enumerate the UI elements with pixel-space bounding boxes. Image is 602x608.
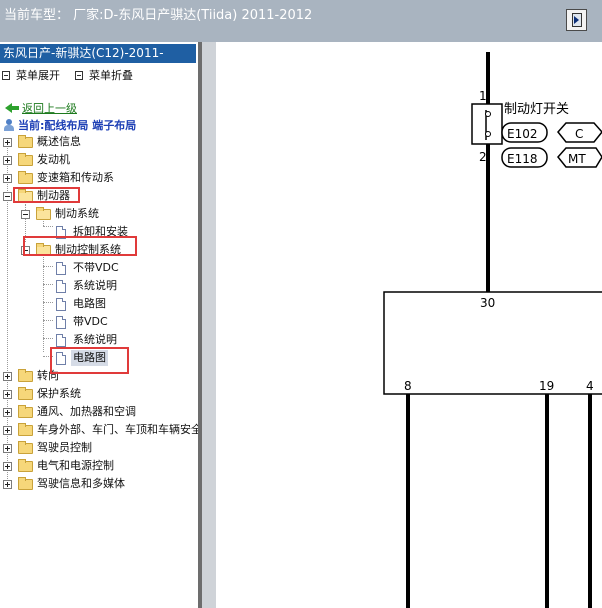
document-icon (56, 316, 66, 329)
expand-all-icon (2, 71, 10, 80)
document-icon (56, 262, 66, 275)
switch-name-label: 制动灯开关 (504, 102, 569, 117)
tree-item-label: 驾驶信息和多媒体 (37, 477, 125, 490)
folder-open-icon (36, 207, 51, 220)
tree-connector (43, 338, 53, 339)
folder-icon (18, 405, 33, 418)
expand-plus-icon[interactable] (3, 174, 12, 183)
tree-item-label: 概述信息 (37, 135, 81, 148)
highlight-box-brake-control (23, 236, 137, 256)
switch-pin-bottom: 2 (479, 150, 487, 164)
document-icon (56, 280, 66, 293)
tree-item-label: 系统说明 (73, 279, 117, 292)
tree-item-label: 驾驶员控制 (37, 441, 92, 454)
tree-item-label: 发动机 (37, 153, 70, 166)
brake-switch-body[interactable] (471, 103, 503, 145)
menu-collapse-button[interactable]: 菜单折叠 (75, 67, 133, 83)
tree-item-label: 变速箱和传动系 (37, 171, 114, 184)
tree-connector (43, 284, 53, 285)
tree-item-label: 系统说明 (73, 333, 117, 346)
expand-plus-icon[interactable] (3, 372, 12, 381)
tree-item-label: 带VDC (73, 315, 108, 328)
expand-plus-icon[interactable] (3, 408, 12, 417)
connector-e118-label: E118 (507, 152, 538, 166)
collapse-all-icon (75, 71, 83, 80)
expand-plus-icon[interactable] (3, 138, 12, 147)
tree-item-label: 保护系统 (37, 387, 81, 400)
switch-terminal (485, 111, 491, 117)
current-location-label: 当前:配线布局 端子布局 (18, 119, 137, 132)
document-icon (56, 334, 66, 347)
connector-e102-tag-label: C (575, 127, 583, 141)
exit-button[interactable] (566, 9, 587, 31)
back-link-label: 返回上一级 (22, 102, 77, 115)
tree-item-label: 电气和电源控制 (37, 459, 114, 472)
connector-e102-label: E102 (507, 127, 538, 141)
navigation-panel: 东风日产-新骐达(C12)-2011- 菜单展开 菜单折叠 返回上一级 当前:配… (0, 42, 202, 608)
expand-plus-icon[interactable] (3, 462, 12, 471)
tree-connector (43, 302, 53, 303)
window-title: 当前车型： 厂家:D-东风日产骐达(Tiida) 2011-2012 (4, 8, 313, 23)
switch-terminal (485, 131, 491, 137)
circuit-diagram: 1 2 制动灯开关 E102 C E118 MT 30 8 19 4 (383, 52, 602, 608)
expand-plus-icon[interactable] (3, 480, 12, 489)
folder-icon (18, 423, 33, 436)
collapse-minus-icon[interactable] (21, 210, 30, 219)
tree-connector (43, 320, 53, 321)
folder-icon (18, 459, 33, 472)
folder-icon (18, 369, 33, 382)
expand-plus-icon[interactable] (3, 444, 12, 453)
back-link[interactable]: 返回上一级 (5, 100, 77, 116)
tree-item-label: 通风、加热器和空调 (37, 405, 136, 418)
exit-arrow-icon (574, 16, 579, 24)
folder-icon (18, 477, 33, 490)
title-bar: 当前车型： 厂家:D-东风日产骐达(Tiida) 2011-2012 (0, 0, 602, 42)
folder-icon (18, 441, 33, 454)
module-pin-8: 8 (404, 379, 412, 393)
module-pin-19: 19 (539, 379, 554, 393)
tree-connector (43, 226, 53, 227)
back-arrow-icon (5, 103, 19, 113)
module-pin-top: 30 (480, 296, 495, 310)
tree-item-label: 制动系统 (55, 207, 99, 220)
tree-item-label: 不带VDC (73, 261, 119, 274)
current-location: 当前:配线布局 端子布局 (4, 117, 136, 133)
highlight-box-circuit-diagram (50, 347, 129, 374)
tree-connector (43, 266, 53, 267)
menu-expand-button[interactable]: 菜单展开 (2, 67, 60, 83)
expand-plus-icon[interactable] (3, 390, 12, 399)
folder-icon (18, 153, 33, 166)
expand-plus-icon[interactable] (3, 426, 12, 435)
menu-expand-label: 菜单展开 (16, 69, 60, 82)
vehicle-header: 东风日产-新骐达(C12)-2011- (0, 44, 196, 63)
menu-collapse-label: 菜单折叠 (89, 69, 133, 82)
tree-item-label: 车身外部、车门、车顶和车辆安全 (37, 423, 202, 436)
collapse-minus-icon[interactable] (3, 192, 12, 201)
expand-plus-icon[interactable] (3, 156, 12, 165)
highlight-box-brakes (13, 187, 80, 203)
connector-e118-tag-label: MT (568, 152, 586, 166)
folder-icon (18, 387, 33, 400)
tree-item-label: 电路图 (73, 297, 106, 310)
folder-icon (18, 135, 33, 148)
module-pin-4: 4 (586, 379, 594, 393)
folder-icon (18, 171, 33, 184)
user-icon (4, 119, 14, 131)
document-icon (56, 298, 66, 311)
switch-pin-top: 1 (479, 89, 487, 103)
